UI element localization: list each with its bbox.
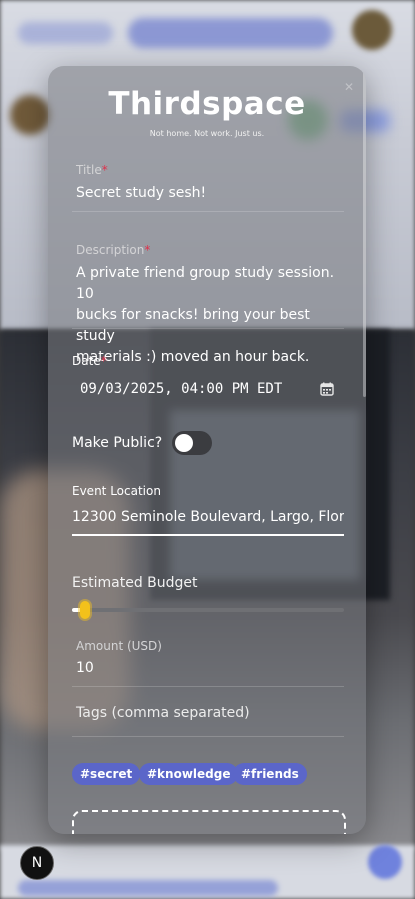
title-underline (72, 211, 344, 212)
location-underline (72, 534, 344, 536)
n-badge-button[interactable]: N (20, 846, 54, 880)
description-line: bucks for snacks! bring your best study (76, 307, 310, 344)
make-public-toggle[interactable] (172, 431, 212, 455)
description-underline (72, 328, 344, 329)
make-public-label: Make Public? (72, 435, 163, 451)
amount-underline (72, 686, 344, 687)
tag-chip[interactable]: #friends (233, 763, 307, 785)
budget-label: Estimated Budget (72, 575, 198, 591)
tag-chip[interactable]: #knowledge (139, 763, 239, 785)
brand-logo: Thirdspace (108, 86, 306, 122)
date-input[interactable]: 09/03/2025, 04:00 PM EDT (80, 379, 282, 400)
tags-underline (72, 736, 344, 737)
description-line: materials :) moved an hour back. (76, 349, 310, 365)
description-label: Description* (76, 243, 151, 257)
description-line: A private friend group study session. 10 (76, 265, 335, 302)
description-textarea[interactable]: A private friend group study session. 10… (76, 263, 351, 368)
date-label: Date* (72, 354, 107, 368)
tags-input[interactable]: Tags (comma separated) (76, 703, 250, 724)
title-input[interactable]: Secret study sesh! (76, 183, 206, 204)
toggle-knob (175, 434, 193, 452)
location-label: Event Location (72, 484, 161, 498)
amount-label: Amount (USD) (76, 639, 162, 653)
budget-slider-track[interactable] (72, 608, 344, 612)
amount-input[interactable]: 10 (76, 658, 94, 679)
calendar-icon[interactable] (320, 382, 334, 396)
location-input[interactable]: 12300 Seminole Boulevard, Largo, Florida (72, 507, 344, 528)
brand-tagline: Not home. Not work. Just us. (149, 129, 265, 138)
budget-slider-thumb[interactable] (80, 601, 90, 619)
title-label: Title* (76, 163, 108, 177)
event-form-modal: ✕ Thirdspace Not home. Not work. Just us… (48, 66, 366, 834)
tag-chip[interactable]: #secret (72, 763, 141, 785)
image-dropzone[interactable] (72, 810, 346, 834)
